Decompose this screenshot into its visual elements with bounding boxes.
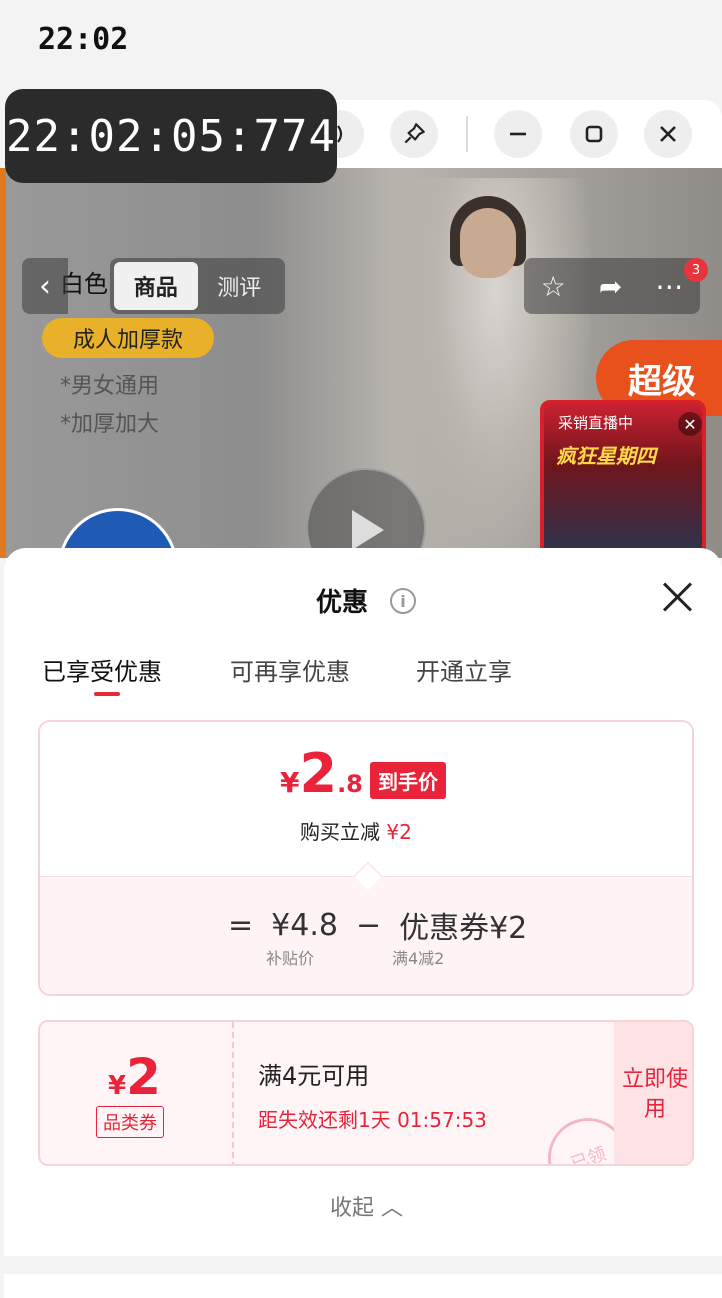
coupon-value: ¥ 2 — [108, 1048, 161, 1106]
coupon-deduction: 优惠券¥2 — [399, 911, 528, 946]
subsidy-price: ¥4.8 — [271, 907, 338, 943]
price-formula: = ¥4.8 − 优惠券¥2 — [228, 903, 527, 947]
coupon-expiry: 距失效还剩1天 01:57:53 — [258, 1108, 487, 1132]
cart-count-badge: 3 — [684, 258, 708, 282]
live-subtitle: 疯狂星期四 — [556, 444, 656, 468]
price-decimal: .8 — [337, 770, 363, 798]
coupon-type-badge: 品类券 — [96, 1106, 164, 1138]
play-icon — [352, 510, 384, 550]
price-summary: ¥ 2 .8 到手价 购买立减 ¥2 — [40, 722, 692, 876]
equals-sign: = — [228, 907, 254, 943]
model-face — [460, 208, 516, 278]
spec-line: *男女通用 — [60, 374, 160, 399]
instant-discount-amount: ¥2 — [386, 820, 412, 844]
tab-more-discounts[interactable]: 可再享优惠 — [230, 652, 350, 687]
sheet-footer — [4, 1256, 722, 1274]
timestamp-overlay: 22:02:05:774 — [5, 89, 337, 183]
window-toolbar — [300, 100, 722, 168]
tab-product[interactable]: 商品 — [114, 262, 198, 310]
share-icon[interactable]: ➦ — [599, 270, 622, 303]
collapse-button[interactable]: 收起 ︿ — [330, 1190, 403, 1222]
status-time: 22:02 — [38, 22, 129, 57]
sheet-title: 优惠 — [316, 588, 369, 618]
discount-sheet: 优惠 i 已享受优惠 可再享优惠 开通立享 ¥ 2 .8 到手价 购买立减 ¥2… — [4, 548, 722, 1298]
live-close-icon[interactable]: ✕ — [678, 412, 702, 436]
star-icon[interactable]: ☆ — [541, 270, 566, 303]
tab-activate-discounts[interactable]: 开通立享 — [416, 652, 512, 687]
price-currency: ¥ — [280, 766, 300, 799]
minimize-button[interactable] — [494, 110, 542, 158]
status-bar: 22:02 — [0, 0, 722, 100]
hero-edge-strip — [0, 168, 6, 558]
instant-discount: 购买立减 ¥2 — [300, 816, 412, 845]
product-actions: ☆ ➦ ⋯ — [524, 258, 700, 314]
more-icon[interactable]: ⋯ — [655, 270, 683, 303]
restore-button[interactable] — [570, 110, 618, 158]
instant-discount-label: 购买立减 — [300, 820, 380, 844]
live-stream-card[interactable]: 采销直播中 疯狂星期四 ✕ — [540, 400, 706, 558]
coupon-divider — [232, 1022, 234, 1164]
final-price: ¥ 2 .8 — [280, 746, 363, 802]
tab-enjoyed-discounts[interactable]: 已享受优惠 — [42, 652, 162, 687]
coupon-condition: 满4元可用 — [258, 1062, 370, 1090]
subsidy-label: 补贴价 — [266, 949, 315, 968]
product-hero: 白色 成人加厚款 *男女通用 *加厚加大 ‹ 商品 测评 ☆ ➦ ⋯ 超级 采销… — [0, 168, 722, 558]
coupon-currency: ¥ — [108, 1071, 127, 1101]
back-button[interactable]: ‹ — [22, 258, 68, 314]
toolbar-divider — [466, 116, 468, 152]
use-now-button[interactable]: 立即使用 — [614, 1022, 692, 1164]
final-price-tag: 到手价 — [370, 762, 446, 799]
window-close-button[interactable] — [644, 110, 692, 158]
thickness-tag: 成人加厚款 — [42, 318, 214, 358]
live-title: 采销直播中 — [558, 414, 634, 432]
coupon-card: ¥ 2 品类券 满4元可用 距失效还剩1天 01:57:53 已领 立即使用 — [38, 1020, 694, 1166]
tab-review[interactable]: 测评 — [198, 262, 282, 310]
info-icon[interactable]: i — [390, 588, 416, 614]
product-tabs: 商品 测评 — [110, 258, 285, 314]
coupon-condition-label: 满4减2 — [392, 949, 445, 968]
active-tab-indicator — [94, 692, 120, 696]
price-integer: 2 — [299, 742, 338, 805]
spec-line: *加厚加大 — [60, 412, 160, 437]
coupon-amount: 2 — [126, 1048, 161, 1106]
minus-sign: − — [355, 907, 382, 943]
final-price-card: ¥ 2 .8 到手价 购买立减 ¥2 = ¥4.8 − 优惠券¥2 补贴价 满4… — [38, 720, 694, 996]
close-button[interactable] — [660, 580, 694, 614]
price-breakdown: = ¥4.8 − 优惠券¥2 补贴价 满4减2 — [40, 876, 692, 994]
pin-icon[interactable] — [390, 110, 438, 158]
